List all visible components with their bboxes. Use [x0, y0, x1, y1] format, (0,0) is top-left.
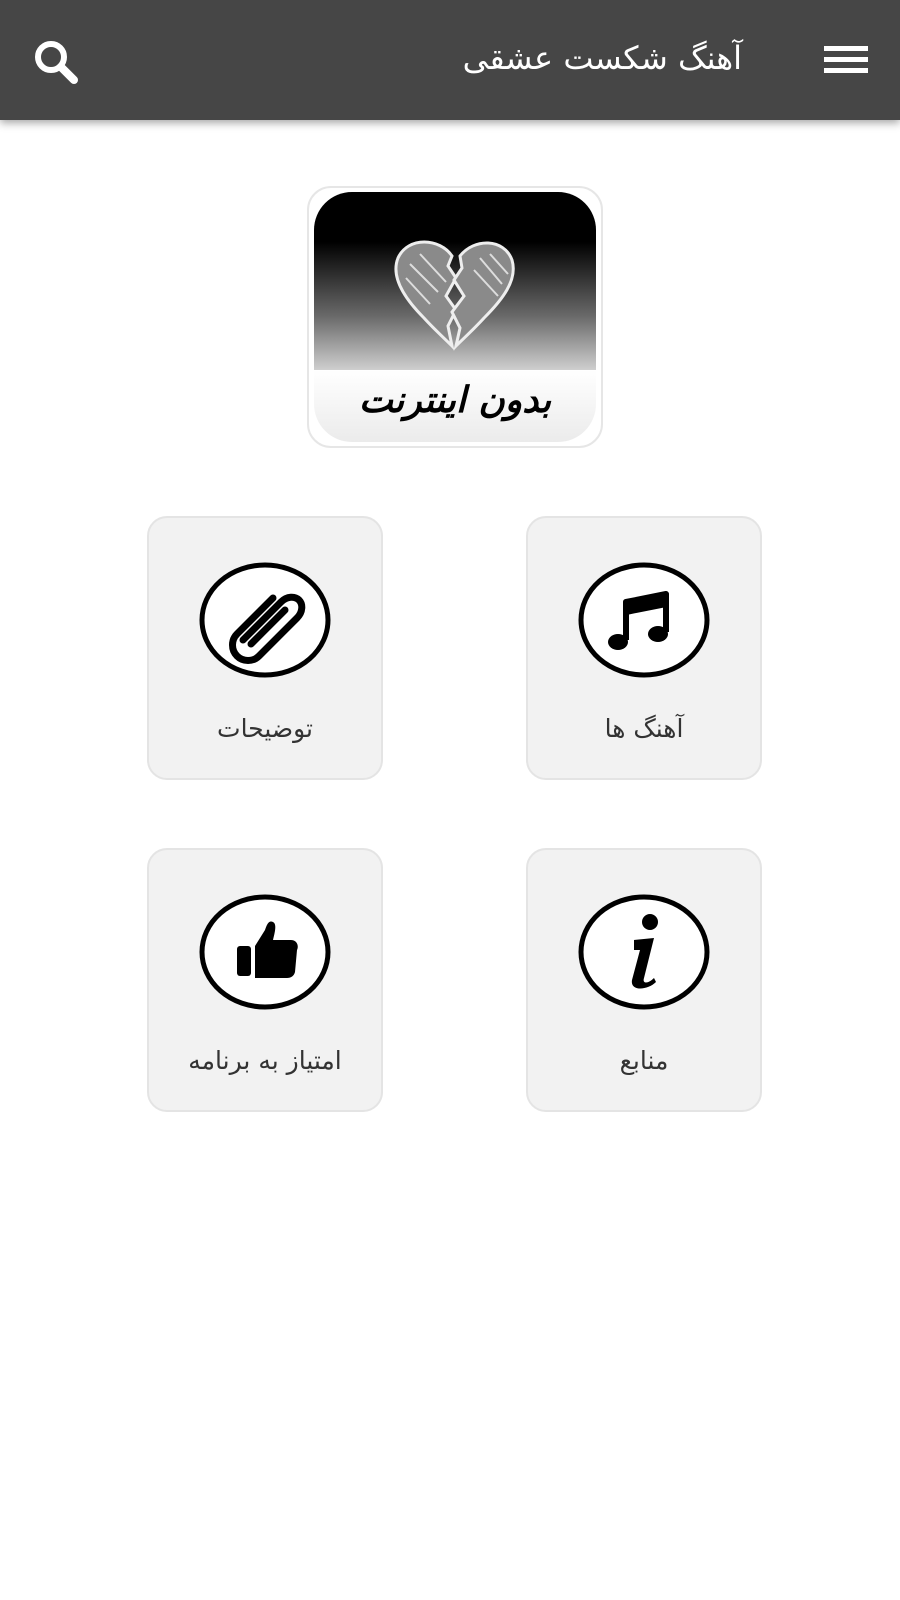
logo-caption: بدون اینترنت — [358, 380, 552, 421]
app-logo-card: بدون اینترنت — [307, 186, 603, 448]
info-icon — [578, 894, 710, 1010]
app-bar: آهنگ شکست عشقی — [0, 0, 900, 120]
music-note-icon — [578, 562, 710, 678]
thumbs-up-icon — [199, 894, 331, 1010]
tile-label: منابع — [619, 1046, 669, 1075]
app-title: آهنگ شکست عشقی — [462, 39, 742, 77]
search-icon — [35, 41, 78, 84]
menu-button[interactable] — [820, 36, 872, 84]
hamburger-menu-icon — [824, 46, 868, 73]
app-logo: بدون اینترنت — [314, 192, 596, 442]
tile-rate-app[interactable]: امتیاز به برنامه — [147, 848, 383, 1112]
tile-sources[interactable]: منابع — [526, 848, 762, 1112]
tile-description[interactable]: توضیحات — [147, 516, 383, 780]
broken-heart-icon — [394, 240, 515, 351]
tile-label: آهنگ ها — [604, 714, 684, 743]
tile-label: توضیحات — [217, 714, 313, 743]
tile-label: امتیاز به برنامه — [188, 1046, 342, 1075]
search-button[interactable] — [30, 36, 82, 88]
paperclip-icon — [199, 562, 331, 678]
tile-songs[interactable]: آهنگ ها — [526, 516, 762, 780]
